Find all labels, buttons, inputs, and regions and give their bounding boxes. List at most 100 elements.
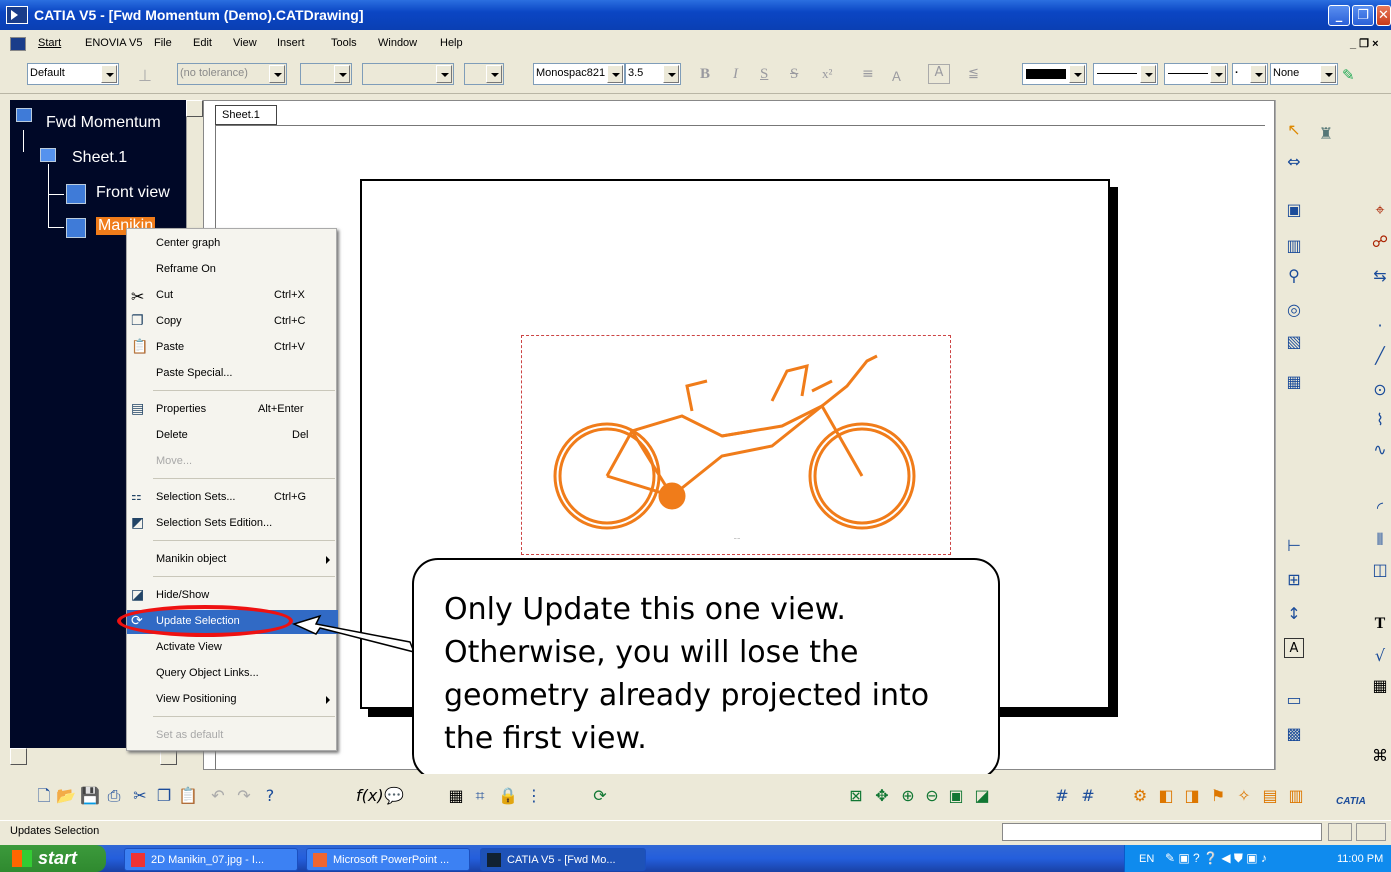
chevron-down-icon[interactable] [101, 65, 117, 83]
start-menu-icon[interactable] [10, 37, 26, 51]
pattern-combo[interactable]: None [1270, 63, 1338, 85]
chevron-down-icon[interactable] [1320, 65, 1336, 83]
tolerance-type-combo[interactable] [362, 63, 454, 85]
zoom-out-icon[interactable]: ⊖ [922, 786, 942, 806]
strikethrough-button[interactable]: S [790, 66, 798, 83]
annotation-icon[interactable]: ⚑ [1208, 786, 1228, 806]
new-icon[interactable]: 🗋 [34, 786, 54, 806]
align-left-icon[interactable]: ≡ [862, 66, 880, 84]
tree-icon[interactable]: ⌗ [470, 786, 490, 806]
chevron-down-icon[interactable] [663, 65, 679, 83]
broken-view-icon[interactable]: ▧ [1284, 332, 1304, 352]
text-frame-icon[interactable]: Ａ [890, 66, 908, 85]
knowledge-icon[interactable]: 💬 [384, 786, 404, 806]
corner-icon[interactable]: ◜ [1370, 498, 1390, 518]
filter-icon[interactable]: ◧ [1156, 786, 1176, 806]
dimension-chain-icon[interactable]: ⊞ [1284, 570, 1304, 590]
menu-item-selection-sets[interactable]: ⚏ Selection Sets... Ctrl+G [127, 486, 338, 510]
style-combo[interactable]: Default [27, 63, 119, 85]
underline-button[interactable]: S [760, 66, 768, 83]
bold-button[interactable]: B [700, 66, 710, 83]
menu-item-manikin-object[interactable]: Manikin object [127, 548, 338, 572]
superscript-button[interactable]: x² [822, 66, 832, 82]
grid-icon[interactable]: ▦ [446, 786, 466, 806]
menu-item-paste[interactable]: 📋 Paste Ctrl+V [127, 336, 338, 360]
fit-all-icon[interactable]: ⊠ [846, 786, 866, 806]
point-combo[interactable]: · [1232, 63, 1268, 85]
sketcher-icon[interactable]: ♜ [1316, 124, 1336, 144]
language-indicator[interactable]: EN [1139, 853, 1154, 865]
zoom-in-icon[interactable]: ⊕ [898, 786, 918, 806]
menu-item-delete[interactable]: Delete Del [127, 424, 338, 448]
profile-icon[interactable]: ☍ [1370, 232, 1390, 252]
menu-view[interactable]: View [233, 37, 257, 49]
whats-this-icon[interactable]: ? [260, 786, 280, 806]
paste-icon[interactable]: 📋 [178, 786, 198, 806]
tree-node-sheet[interactable]: Sheet.1 [72, 149, 127, 167]
tree-node-front-view[interactable]: Front view [96, 184, 170, 202]
menu-file[interactable]: File [154, 37, 172, 49]
view-mode-icon[interactable]: ◪ [972, 786, 992, 806]
doc-window-controls[interactable]: _ ❐ × [1350, 37, 1379, 50]
undo-icon[interactable]: ↶ [208, 786, 228, 806]
spline-icon[interactable]: ⌇ [1370, 410, 1390, 430]
chevron-down-icon[interactable] [436, 65, 452, 83]
dot-icon[interactable]: · [1370, 316, 1390, 336]
menu-insert[interactable]: Insert [277, 37, 305, 49]
point-icon[interactable]: ⌖ [1370, 200, 1390, 220]
generate-icon[interactable]: ▩ [1284, 724, 1304, 744]
copy-format-icon[interactable]: ✎ [1342, 66, 1364, 84]
color-combo[interactable] [1022, 63, 1087, 85]
font-size-combo[interactable]: 3.5 [625, 63, 681, 85]
chevron-down-icon[interactable] [1250, 65, 1266, 83]
linetype-combo[interactable] [1093, 63, 1158, 85]
copy-icon[interactable]: ❐ [154, 786, 174, 806]
dress-up-icon[interactable]: ✧ [1234, 786, 1254, 806]
dimension-icon[interactable]: ⊢ [1284, 536, 1304, 556]
thickness-combo[interactable] [1164, 63, 1228, 85]
catia-app-icon[interactable] [6, 6, 28, 24]
scroll-up-button[interactable] [186, 100, 203, 117]
tray-icons[interactable]: ✎ ▣ ? ❔ ◀ ⛊ ▣ ♪ [1165, 851, 1267, 866]
snap-icon[interactable]: # [1078, 786, 1098, 806]
rectangle-icon[interactable]: ▭ [1284, 690, 1304, 710]
menu-edit[interactable]: Edit [193, 37, 212, 49]
pan-icon[interactable]: ✥ [872, 786, 892, 806]
chevron-down-icon[interactable] [607, 65, 623, 83]
circle-icon[interactable]: ⊙ [1370, 380, 1390, 400]
scroll-left-button[interactable] [10, 748, 27, 765]
menu-item-properties[interactable]: ▤ Properties Alt+Enter [127, 398, 338, 422]
balloon-icon[interactable]: ⌘ [1370, 746, 1390, 766]
tolerance-extra-combo[interactable] [464, 63, 504, 85]
chevron-down-icon[interactable] [1069, 65, 1085, 83]
redo-icon[interactable]: ↷ [234, 786, 254, 806]
command-input[interactable] [1002, 823, 1322, 841]
move-icon[interactable]: ⇆ [1370, 266, 1390, 286]
tolerance-dim-icon[interactable]: ↕ [1284, 604, 1304, 624]
view-projection-icon[interactable]: ▣ [1284, 200, 1304, 220]
rotate-view-icon[interactable]: ⇔ [1284, 152, 1304, 172]
normal-view-icon[interactable]: ▣ [946, 786, 966, 806]
analysis-icon[interactable]: ⋮ [524, 786, 544, 806]
open-icon[interactable]: 📂 [56, 786, 76, 806]
menu-item-cut[interactable]: ✂ Cut Ctrl+X [127, 284, 338, 308]
minimize-button[interactable]: _ [1328, 5, 1350, 26]
menu-item-center-graph[interactable]: Center graph [127, 232, 338, 256]
manikin-view-frame[interactable]: ····· [521, 335, 951, 555]
chevron-down-icon[interactable] [1210, 65, 1226, 83]
display-icon[interactable]: ◨ [1182, 786, 1202, 806]
tolerance-icon[interactable]: ⊥ [138, 66, 168, 85]
menu-item-selection-sets-edition[interactable]: ◩ Selection Sets Edition... [127, 512, 338, 536]
status-button[interactable] [1356, 823, 1386, 841]
tree-node-root[interactable]: Fwd Momentum [46, 114, 161, 132]
task-image-viewer[interactable]: 2D Manikin_07.jpg - I... [124, 848, 298, 871]
update-icon[interactable]: ⟳ [590, 786, 610, 806]
curve-icon[interactable]: ∿ [1370, 440, 1390, 460]
grid-toggle-icon[interactable]: # [1052, 786, 1072, 806]
roughness-icon[interactable]: √ [1370, 646, 1390, 666]
menu-help[interactable]: Help [440, 37, 463, 49]
symmetry-icon[interactable]: ⫴ [1370, 530, 1390, 550]
chevron-down-icon[interactable] [1140, 65, 1156, 83]
italic-button[interactable]: I [733, 66, 738, 83]
tolerance-value-combo[interactable] [300, 63, 352, 85]
